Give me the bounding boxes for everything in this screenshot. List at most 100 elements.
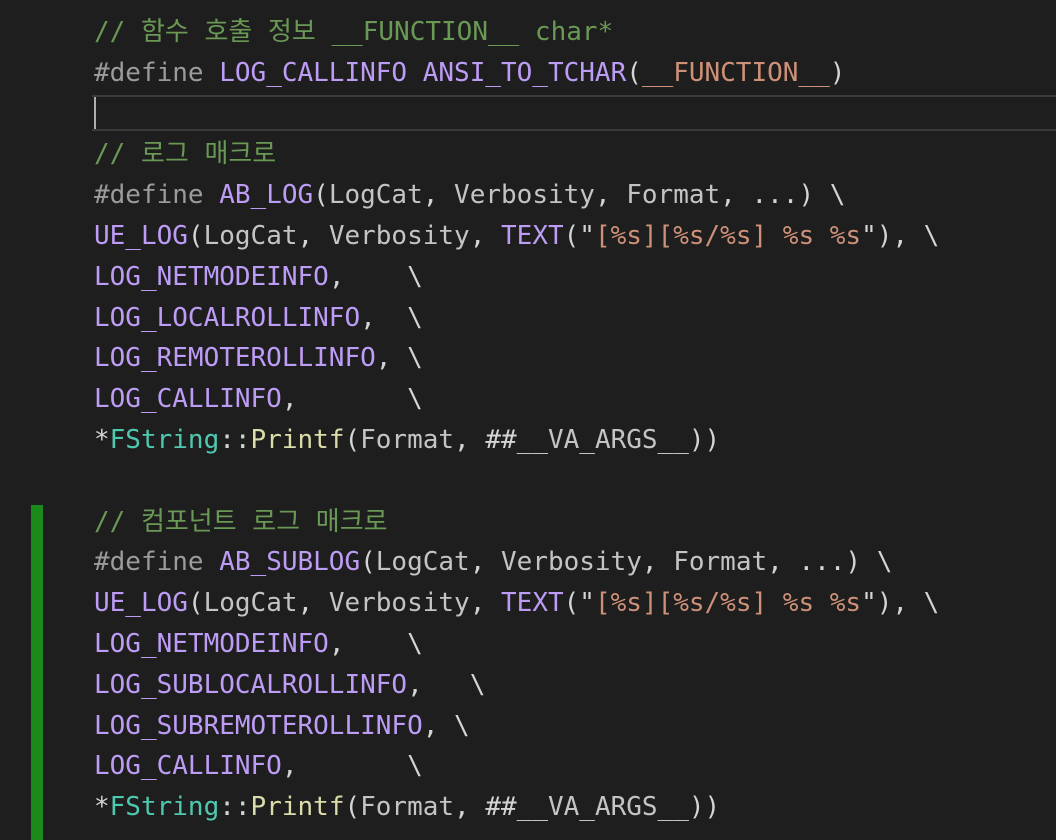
code-token: Printf <box>250 792 345 823</box>
code-token: AB_SUBLOG <box>219 547 361 578</box>
code-line[interactable]: LOG_CALLINFO, \ <box>94 379 423 420</box>
code-token: , \ <box>328 629 423 659</box>
code-line[interactable]: // 함수 호출 정보 __FUNCTION__ char* <box>94 12 613 53</box>
code-token: Verbosity <box>454 180 595 211</box>
code-line[interactable]: *FString::Printf(Format, ##__VA_ARGS__)) <box>94 787 720 828</box>
code-token: Printf <box>250 425 345 455</box>
code-token: ( <box>313 180 329 211</box>
code-token: LOG_CALLINFO <box>219 57 408 88</box>
code-token: LogCat <box>328 180 423 211</box>
code-line[interactable]: LOG_REMOTEROLLINFO, \ <box>94 338 423 379</box>
code-token: "), \ <box>861 588 940 619</box>
code-token: // 함수 호출 정보 __FUNCTION__ char* <box>94 17 614 47</box>
code-token: ( <box>344 792 361 823</box>
code-line[interactable]: #define LOG_CALLINFO ANSI_TO_TCHAR(__FUN… <box>94 53 845 94</box>
modified-lines-gutter-indicator[interactable] <box>31 505 43 840</box>
code-line[interactable]: #define AB_LOG(LogCat, Verbosity, Format… <box>94 175 845 216</box>
code-line[interactable]: *FString::Printf(Format, ##__VA_ARGS__)) <box>94 420 720 461</box>
code-token: // 컴포넌트 로그 매크로 <box>94 506 388 537</box>
code-token: LOG_CALLINFO <box>94 751 282 782</box>
code-token: , <box>641 547 674 578</box>
code-line[interactable]: UE_LOG(LogCat, Verbosity, TEXT("[%s][%s/… <box>94 216 939 257</box>
code-token: Verbosity <box>328 221 470 251</box>
code-token: "), \ <box>861 221 940 251</box>
code-token: , <box>469 547 502 578</box>
code-token: #define <box>94 180 220 211</box>
code-token: LOG_CALLINFO <box>94 384 282 415</box>
code-token: AB_LOG <box>219 180 314 211</box>
code-token: TEXT <box>501 221 564 251</box>
code-token: TEXT <box>501 588 564 619</box>
code-line[interactable]: LOG_LOCALROLLINFO, \ <box>94 298 423 339</box>
code-line[interactable]: LOG_SUBREMOTEROLLINFO, \ <box>94 706 470 747</box>
code-token: , \ <box>328 261 423 292</box>
code-token: , \ <box>360 302 423 333</box>
code-token: , <box>469 221 502 251</box>
code-token: Verbosity <box>328 588 470 619</box>
code-token: :: <box>219 425 251 455</box>
code-line[interactable]: // 로그 매크로 <box>94 134 276 175</box>
code-token: Format <box>673 547 768 578</box>
code-token: LOG_SUBREMOTEROLLINFO <box>94 710 423 741</box>
code-token: (" <box>563 221 595 251</box>
code-token: , <box>297 588 329 619</box>
code-line[interactable]: LOG_CALLINFO, \ <box>94 746 423 787</box>
code-token: )) <box>688 792 721 823</box>
code-token: , ...) \ <box>767 547 893 578</box>
current-line-highlight <box>92 95 1056 131</box>
code-token: LOG_NETMODEINFO <box>94 629 329 659</box>
code-token: , <box>422 180 455 211</box>
code-token: * <box>94 425 110 455</box>
code-token: ) <box>829 57 846 88</box>
code-token: Format <box>626 180 721 211</box>
code-line[interactable]: LOG_NETMODEINFO, \ <box>94 624 423 665</box>
code-token: ( <box>187 221 204 251</box>
code-token: // 로그 매크로 <box>94 139 277 170</box>
code-token: :: <box>219 792 251 823</box>
code-token: __VA_ARGS__ <box>516 425 689 455</box>
code-token: [%s][%s/%s] %s %s <box>594 588 862 619</box>
code-token: , ...) \ <box>720 180 846 211</box>
code-token: , \ <box>281 384 423 415</box>
code-token: LOG_REMOTEROLLINFO <box>94 343 376 374</box>
code-token: , \ <box>281 751 423 782</box>
code-token: LogCat <box>203 221 298 251</box>
code-token: #define <box>94 57 220 88</box>
code-token: UE_LOG <box>94 588 188 619</box>
code-line[interactable]: UE_LOG(LogCat, Verbosity, TEXT("[%s][%s/… <box>94 583 939 624</box>
code-editor[interactable]: // 함수 호출 정보 __FUNCTION__ char* #define LO… <box>0 0 1056 840</box>
code-token: LOG_SUBLOCALROLLINFO <box>94 669 408 700</box>
code-token: ( <box>360 547 376 578</box>
code-token: , ## <box>454 425 517 455</box>
code-token: [%s][%s/%s] %s %s <box>594 221 862 251</box>
text-cursor <box>94 97 96 129</box>
code-token: , \ <box>407 669 486 700</box>
code-token: ( <box>626 57 642 88</box>
code-line[interactable]: // 컴포넌트 로그 매크로 <box>94 502 388 543</box>
code-token: UE_LOG <box>94 221 188 251</box>
code-token: #define <box>94 547 220 578</box>
code-token: FString <box>109 792 220 823</box>
code-token: (" <box>563 588 595 619</box>
code-token: ( <box>187 588 204 619</box>
code-line[interactable]: #define AB_SUBLOG(LogCat, Verbosity, For… <box>94 542 892 583</box>
code-line[interactable]: LOG_SUBLOCALROLLINFO, \ <box>94 665 485 706</box>
code-token: , <box>594 180 627 211</box>
code-token: Format <box>360 425 455 455</box>
code-token: LogCat <box>203 588 298 619</box>
code-token: , ## <box>454 792 517 823</box>
code-token: )) <box>688 425 721 455</box>
code-token: Format <box>360 792 455 823</box>
code-line[interactable]: LOG_NETMODEINFO, \ <box>94 257 423 298</box>
code-token: __FUNCTION__ <box>641 57 830 88</box>
code-token: ANSI_TO_TCHAR <box>422 57 627 88</box>
code-token: , <box>297 221 329 251</box>
code-token: , \ <box>375 343 423 374</box>
code-token: LOG_NETMODEINFO <box>94 261 329 292</box>
code-token: FString <box>109 425 220 455</box>
code-token: Verbosity <box>501 547 642 578</box>
code-token: LOG_LOCALROLLINFO <box>94 302 361 333</box>
code-token: ( <box>344 425 361 455</box>
code-token: * <box>94 792 110 823</box>
